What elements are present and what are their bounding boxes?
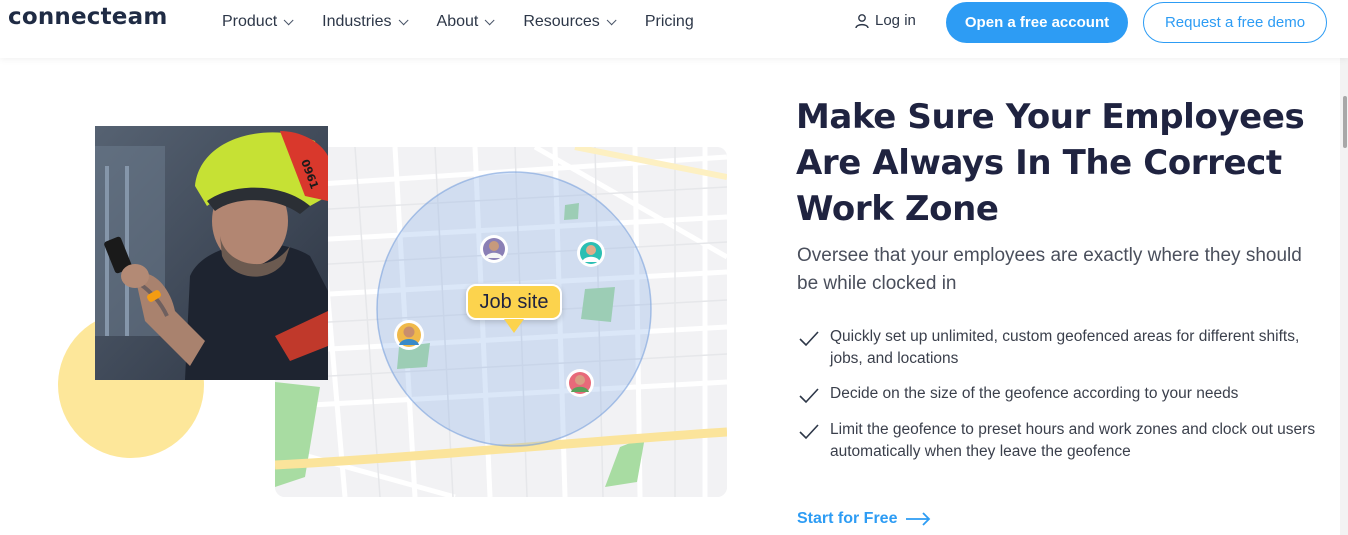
chevron-down-icon (398, 14, 409, 25)
scrollbar-thumb[interactable] (1343, 96, 1347, 148)
job-site-pin: Job site (466, 284, 562, 320)
login-link[interactable]: Log in (854, 12, 916, 29)
nav-item-label: Resources (523, 13, 600, 30)
list-item: Quickly set up unlimited, custom geofenc… (798, 326, 1318, 370)
list-item: Decide on the size of the geofence accor… (798, 383, 1318, 406)
feature-list: Quickly set up unlimited, custom geofenc… (798, 326, 1318, 476)
nav-item-label: Industries (322, 13, 392, 30)
open-free-account-button[interactable]: Open a free account (946, 2, 1128, 43)
check-icon (799, 331, 819, 347)
employee-avatar-1 (480, 235, 508, 263)
chevron-down-icon (283, 14, 294, 25)
main-nav: Product Industries About Resources Prici… (222, 13, 726, 31)
site-header: connecteam Product Industries About Reso… (0, 0, 1348, 58)
nav-item-resources[interactable]: Resources (523, 13, 617, 31)
user-icon (855, 13, 869, 28)
page-title: Make Sure Your Employees Are Always In T… (796, 97, 1305, 229)
arrow-right-icon (906, 512, 931, 526)
list-item: Limit the geofence to preset hours and w… (798, 419, 1318, 463)
nav-item-industries[interactable]: Industries (322, 13, 409, 31)
nav-item-label: Product (222, 13, 278, 30)
page-subtitle: Oversee that your employees are exactly … (797, 245, 1302, 294)
cta-label: Start for Free (797, 510, 898, 527)
nav-item-product[interactable]: Product (222, 13, 294, 31)
photo-worker-icon: 0961 (95, 126, 328, 380)
connecteam-logo[interactable]: connecteam (8, 4, 168, 30)
chevron-down-icon (484, 14, 495, 25)
chevron-down-icon (606, 14, 617, 25)
login-label: Log in (875, 12, 916, 29)
geofence-map: Job site (275, 147, 727, 497)
nav-item-label: Pricing (644, 13, 694, 30)
check-icon (799, 424, 819, 440)
request-demo-button[interactable]: Request a free demo (1143, 2, 1327, 43)
worker-photo: 0961 (95, 126, 328, 380)
nav-item-pricing[interactable]: Pricing (645, 13, 694, 31)
feature-text: Quickly set up unlimited, custom geofenc… (830, 328, 1300, 367)
check-icon (799, 388, 819, 404)
nav-item-about[interactable]: About (436, 13, 495, 31)
nav-item-label: About (436, 13, 479, 30)
feature-text: Decide on the size of the geofence accor… (830, 385, 1239, 402)
start-for-free-link[interactable]: Start for Free (797, 510, 931, 528)
job-site-label: Job site (479, 290, 549, 313)
feature-text: Limit the geofence to preset hours and w… (830, 421, 1316, 460)
map-icon (275, 147, 727, 497)
pin-pointer (504, 319, 524, 333)
